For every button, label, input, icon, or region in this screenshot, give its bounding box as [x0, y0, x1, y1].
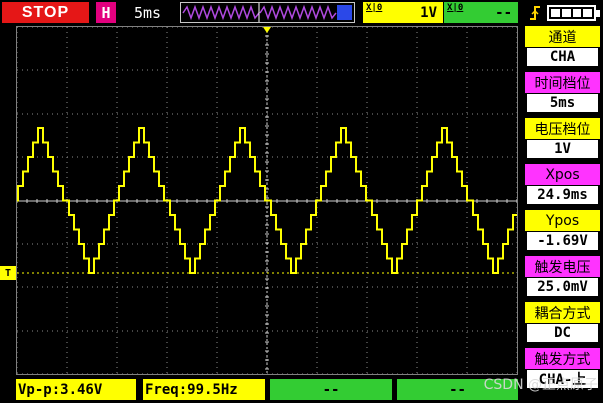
measurement-slot-3: -- — [270, 379, 392, 400]
side-setting[interactable]: 触发电压 25.0mV — [525, 256, 600, 298]
side-setting-value: -1.69V — [527, 232, 598, 250]
coupling-icon: X|0 — [366, 3, 383, 13]
side-setting-value: 25.0mV — [527, 278, 598, 296]
side-setting[interactable]: 耦合方式 DC — [525, 302, 600, 344]
overview-wave-icon — [181, 3, 354, 22]
side-setting-label: 触发方式 — [525, 348, 600, 369]
battery-tip — [596, 10, 600, 17]
channel-a-setting[interactable]: X|0 1V — [363, 2, 443, 23]
side-setting-value: DC — [527, 324, 598, 342]
coupling-icon: X|0 — [447, 3, 464, 13]
run-stop-button[interactable]: STOP — [2, 2, 89, 23]
side-setting[interactable]: 通道 CHA — [525, 26, 600, 68]
side-setting-value: CHA — [527, 48, 598, 66]
side-setting-label: 触发电压 — [525, 256, 600, 277]
channel-b-setting[interactable]: X|0 -- — [444, 2, 518, 23]
time-base-display[interactable]: 5ms — [120, 2, 175, 23]
horizontal-label: H — [96, 2, 116, 23]
scope-grid — [16, 26, 518, 375]
side-setting[interactable]: Ypos -1.69V — [525, 210, 600, 252]
frequency-measurement: Freq:99.5Hz — [143, 379, 265, 400]
channel-b-volts: -- — [495, 4, 512, 21]
waveform-display[interactable] — [16, 26, 518, 375]
side-setting-value: 5ms — [527, 94, 598, 112]
edge-trigger-icon — [528, 2, 542, 23]
battery-icon — [547, 5, 596, 21]
side-setting-label: 时间档位 — [525, 72, 600, 93]
trigger-position-marker — [263, 27, 271, 33]
side-setting-label: 电压档位 — [525, 118, 600, 139]
side-setting-label: 通道 — [525, 26, 600, 47]
side-setting-label: Xpos — [525, 164, 600, 185]
channel-a-volts: 1V — [420, 4, 437, 21]
side-setting-label: Ypos — [525, 210, 600, 231]
side-setting[interactable]: Xpos 24.9ms — [525, 164, 600, 206]
trigger-level-marker[interactable]: T — [0, 266, 16, 280]
watermark: CSDN @正点原子 — [483, 377, 598, 393]
waveform-overview-bar[interactable] — [180, 2, 355, 23]
side-setting-value: 24.9ms — [527, 186, 598, 204]
side-setting-value: 1V — [527, 140, 598, 158]
vpp-measurement: Vp-p:3.46V — [16, 379, 136, 400]
side-setting-label: 耦合方式 — [525, 302, 600, 323]
side-setting[interactable]: 电压档位 1V — [525, 118, 600, 160]
side-setting[interactable]: 时间档位 5ms — [525, 72, 600, 114]
